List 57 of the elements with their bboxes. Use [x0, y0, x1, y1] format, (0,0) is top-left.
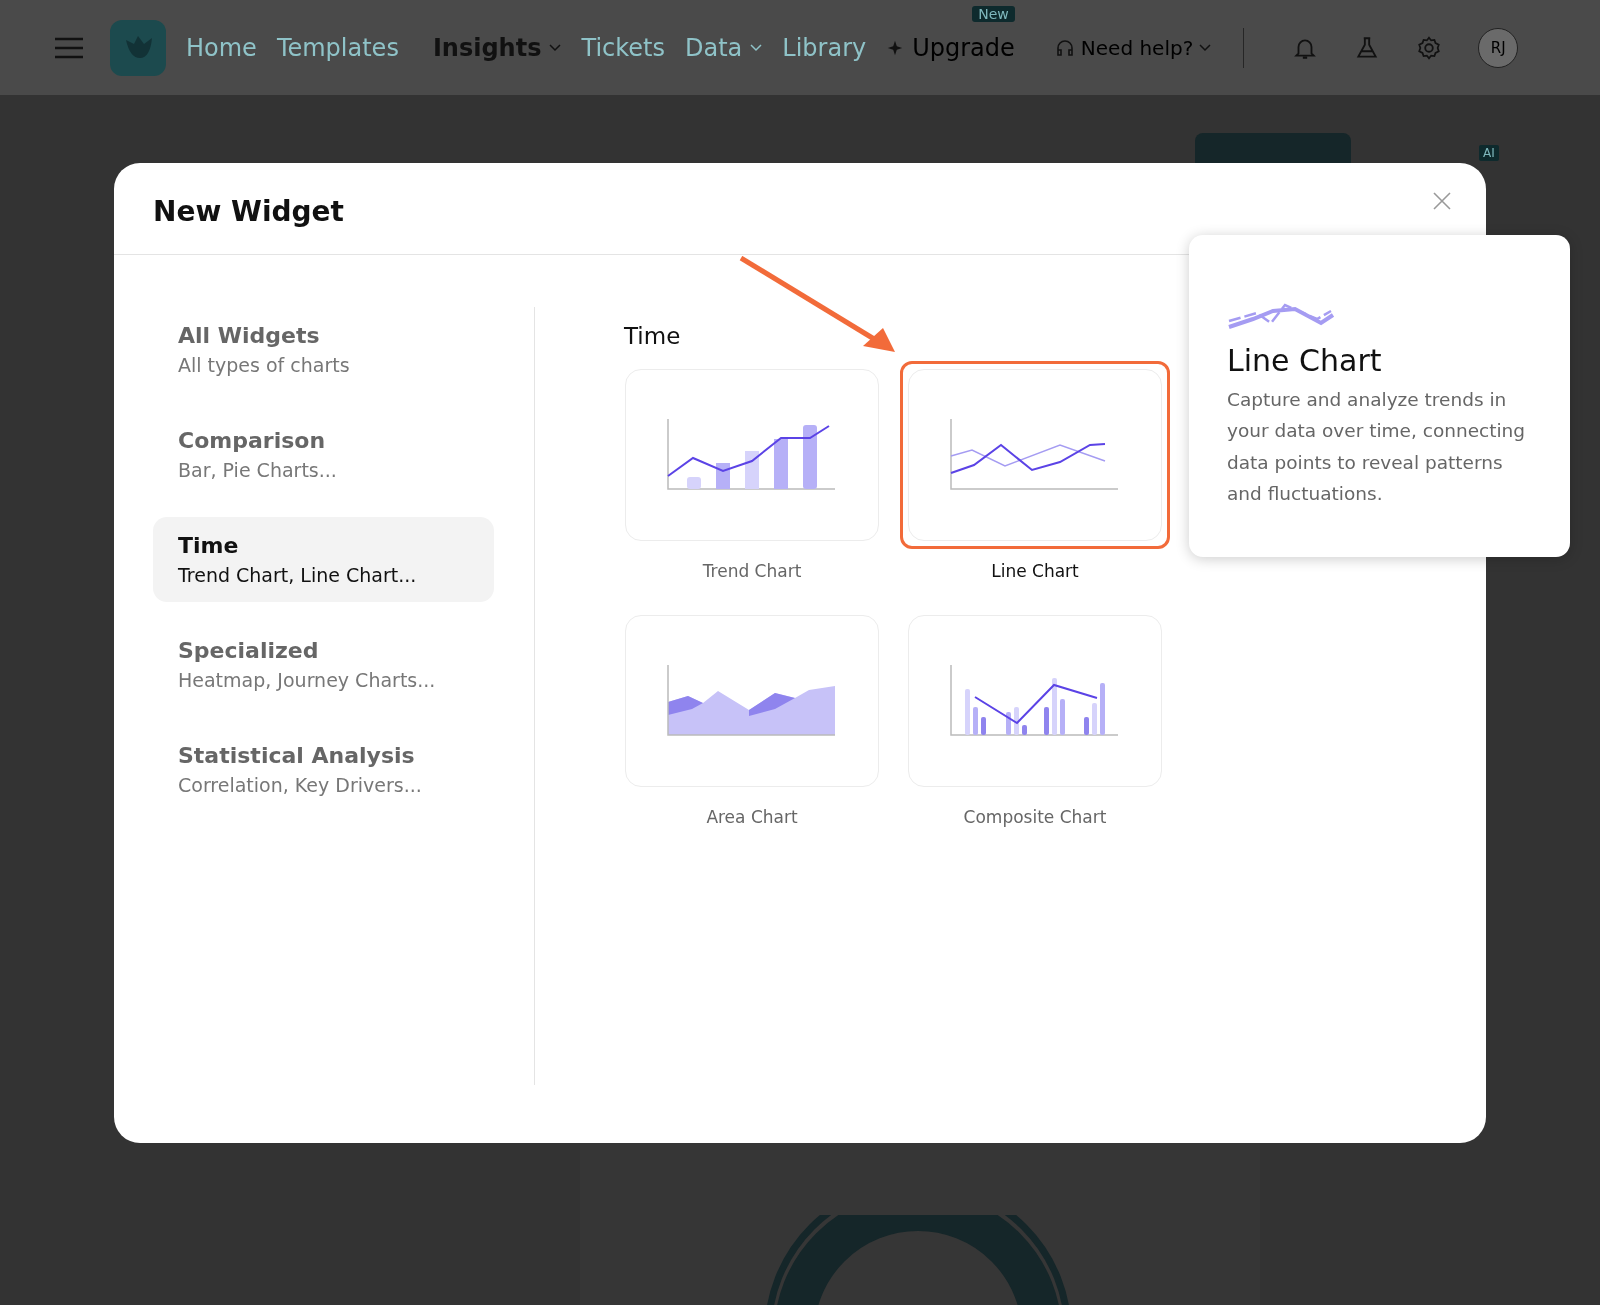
upgrade-link[interactable]: Upgrade	[886, 33, 1015, 62]
nav-link[interactable]: Home	[186, 33, 257, 62]
category-subtitle: Bar, Pie Charts...	[178, 459, 338, 481]
chart-bar	[1006, 712, 1011, 735]
category-item[interactable]: Time Trend Chart, Line Chart...	[153, 517, 494, 602]
category-item[interactable]: Statistical Analysis Correlation, Key Drivers...	[153, 727, 494, 812]
widget-label: Area Chart	[706, 807, 798, 827]
category-title: Comparison	[178, 428, 327, 453]
category-title: Time	[178, 533, 240, 558]
category-title: Statistical Analysis	[178, 743, 416, 768]
user-avatar[interactable]: RJ	[1478, 27, 1519, 68]
settings-icon[interactable]	[1416, 34, 1443, 61]
chart-bar	[981, 717, 986, 735]
help-link[interactable]: Need help?	[1054, 35, 1212, 60]
chart-bar	[1014, 707, 1019, 735]
chart-bar	[1052, 678, 1057, 735]
nav-link[interactable]: Tickets	[581, 33, 665, 62]
chart-bar	[1022, 725, 1027, 735]
chart-bar	[1084, 717, 1089, 735]
chart-bar	[1092, 703, 1097, 735]
chart-bar	[1100, 683, 1105, 735]
chart-bar	[1044, 707, 1049, 735]
new-badge: New	[972, 5, 1015, 22]
chart-bar	[965, 689, 970, 735]
headset-icon	[1054, 37, 1075, 58]
close-icon[interactable]	[1432, 190, 1452, 211]
chart-bar	[745, 451, 759, 489]
line-chart-icon	[1227, 301, 1335, 331]
widget-label: Line Chart	[991, 561, 1079, 581]
tooltip-description: Capture and analyze trends in your data over time, connecting data points to reveal patterns and fluctuations.	[1227, 388, 1527, 507]
section-title: Time	[624, 323, 682, 349]
category-subtitle: Correlation, Key Drivers...	[178, 774, 423, 796]
chart-bar	[716, 463, 730, 489]
chart-bar	[973, 707, 978, 735]
caret-icon	[1199, 43, 1212, 52]
nav-link[interactable]: Library	[782, 33, 867, 62]
widget-label: Composite Chart	[963, 807, 1107, 827]
widget-card[interactable]	[900, 361, 1170, 549]
category-title: All Widgets	[178, 323, 321, 348]
ai-badge: AI	[1479, 145, 1499, 161]
chart-bar	[803, 425, 817, 489]
dialog-title: New Widget	[153, 195, 344, 228]
category-subtitle: Heatmap, Journey Charts...	[178, 669, 437, 691]
tooltip-title: Line Chart	[1227, 343, 1382, 378]
chart-bar	[1060, 699, 1065, 735]
chart-bar	[687, 477, 701, 489]
menu-icon[interactable]	[54, 36, 84, 59]
category-item[interactable]: All Widgets All types of charts	[153, 307, 494, 392]
nav-link[interactable]: Data	[684, 33, 763, 62]
category-subtitle: Trend Chart, Line Chart...	[178, 564, 418, 586]
category-item[interactable]: Comparison Bar, Pie Charts...	[153, 412, 494, 497]
nav-link[interactable]: Templates	[276, 33, 399, 62]
category-title: Specialized	[178, 638, 320, 663]
widget-label: Trend Chart	[702, 561, 802, 581]
category-item[interactable]: Specialized Heatmap, Journey Charts...	[153, 622, 494, 707]
chart-bar	[774, 439, 788, 489]
category-subtitle: All types of charts	[178, 354, 351, 376]
